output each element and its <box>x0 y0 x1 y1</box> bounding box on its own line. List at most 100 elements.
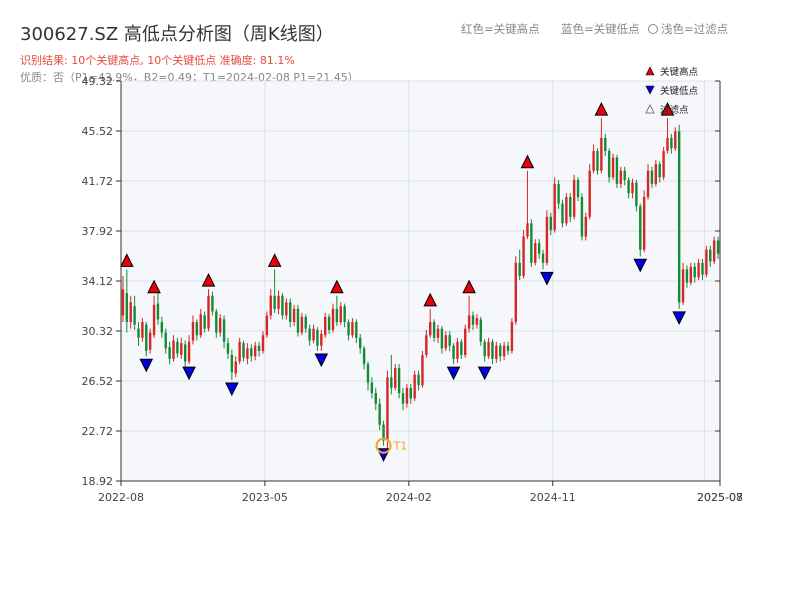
candle-body <box>448 335 451 346</box>
legend-high-icon <box>645 66 655 76</box>
candle-body <box>300 316 304 333</box>
candle-body <box>409 387 412 399</box>
candle-body <box>530 223 533 263</box>
candle-body <box>607 151 611 178</box>
candle-body <box>506 345 510 351</box>
candle-body <box>487 341 490 357</box>
candle-body <box>654 164 658 184</box>
candle-body <box>642 197 646 250</box>
candle-body <box>565 197 568 224</box>
candle-body <box>180 343 183 355</box>
candle-body <box>689 266 693 283</box>
candle-body <box>502 345 506 357</box>
candle-body <box>281 295 284 316</box>
candle-body <box>152 304 156 336</box>
candle <box>615 154 619 188</box>
candle-body <box>592 151 595 171</box>
candle-body <box>440 328 444 349</box>
candle <box>596 148 599 175</box>
candle-body <box>631 182 634 194</box>
candle <box>238 337 241 365</box>
candle-body <box>296 308 300 333</box>
candle-body <box>561 203 564 224</box>
candle-body <box>129 302 132 323</box>
candle-body <box>526 223 529 237</box>
candle-body <box>670 137 673 149</box>
candle <box>394 364 397 391</box>
candle-body <box>183 344 187 362</box>
candle-body <box>362 348 366 365</box>
candle-body <box>273 295 276 309</box>
candle-body <box>405 387 409 404</box>
candle-body <box>495 345 498 359</box>
candle <box>584 212 588 241</box>
candle-body <box>355 322 358 338</box>
candle-body <box>666 137 669 151</box>
candle <box>514 256 518 325</box>
candle-body <box>429 322 432 336</box>
candle-body <box>370 382 374 394</box>
candle-body <box>705 249 708 275</box>
candle-body <box>491 341 494 359</box>
candle-body <box>250 348 253 357</box>
candle <box>639 203 642 257</box>
candle-body <box>261 335 265 351</box>
candle-body <box>557 183 560 204</box>
y-tick-label: 49.32 <box>82 75 114 88</box>
candle-body <box>432 322 436 338</box>
candle-body <box>394 368 397 388</box>
candle-body <box>588 170 591 217</box>
candle-body <box>203 315 206 329</box>
candle-body <box>553 183 556 230</box>
candle-body <box>378 403 381 425</box>
candle <box>611 153 615 180</box>
candle-body <box>549 216 553 230</box>
t1-label: T1 <box>393 440 408 453</box>
candle-body <box>475 318 479 325</box>
x-tick-label: 2024-11 <box>530 491 576 504</box>
candle-body <box>218 318 222 333</box>
candle-body <box>623 170 626 180</box>
candle <box>510 318 514 354</box>
candle-body <box>359 337 362 349</box>
candle-body <box>351 322 354 336</box>
candle <box>479 316 482 346</box>
candle-body <box>242 343 245 358</box>
candle-body <box>133 306 136 325</box>
candle-body <box>312 328 315 341</box>
candle <box>565 193 568 226</box>
candle <box>281 293 284 320</box>
candle-body <box>199 314 202 336</box>
candle-body <box>238 341 241 362</box>
x-tick-label: 2024-02 <box>386 491 432 504</box>
candle-body <box>452 345 455 359</box>
candle <box>642 190 646 253</box>
candle-body <box>187 341 191 362</box>
y-tick-label: 18.92 <box>82 475 114 488</box>
candle-body <box>277 295 280 309</box>
candle-body <box>635 182 638 207</box>
candle-body <box>709 249 712 262</box>
candle-body <box>685 269 689 283</box>
candle-body <box>148 332 152 350</box>
candle-body <box>483 341 486 357</box>
candle-body <box>537 243 541 254</box>
candle <box>662 147 665 180</box>
candle-body <box>308 328 311 341</box>
y-tick-label: 45.52 <box>82 125 114 138</box>
candle <box>386 370 389 449</box>
candle <box>522 229 525 279</box>
candle <box>545 210 549 266</box>
candle-body <box>320 333 323 346</box>
candle-body <box>646 170 650 198</box>
candle-body <box>693 266 696 278</box>
y-tick-label: 41.72 <box>82 175 114 188</box>
x-tick-label: 2023-05 <box>242 491 288 504</box>
candle <box>677 124 681 309</box>
candle-body <box>518 262 521 276</box>
candle-body <box>541 253 545 263</box>
legend-label: 关键低点 <box>660 85 699 97</box>
candle-body <box>604 137 607 151</box>
candle-body <box>662 151 665 178</box>
candle-body <box>176 341 179 354</box>
